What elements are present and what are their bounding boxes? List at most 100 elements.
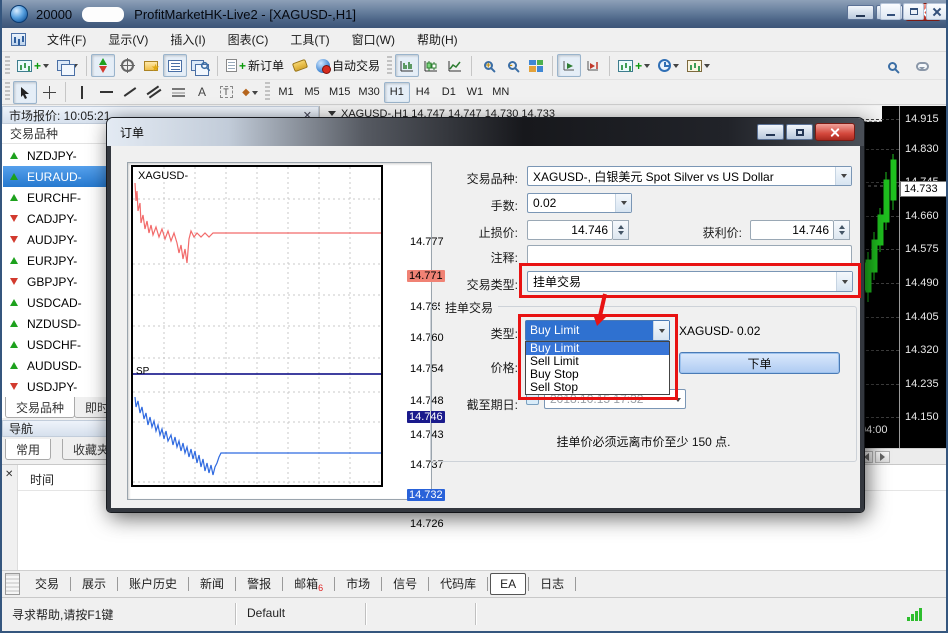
symbol-name: USDJPY- bbox=[27, 380, 77, 394]
indicators-button[interactable]: + bbox=[614, 54, 654, 77]
toolbar-grip[interactable] bbox=[5, 82, 10, 102]
eraser-button[interactable] bbox=[288, 54, 312, 77]
stop-loss-input[interactable]: 14.746 bbox=[527, 220, 613, 240]
tab-symbols[interactable]: 交易品种 bbox=[5, 397, 75, 418]
take-profit-input[interactable]: 14.746 bbox=[750, 220, 834, 240]
close-terminal-icon[interactable]: ✕ bbox=[5, 469, 13, 480]
tab-market[interactable]: 市场 bbox=[337, 574, 379, 594]
tab-experts[interactable]: EA bbox=[490, 573, 526, 595]
mdi-minimize-button[interactable] bbox=[880, 3, 901, 20]
crosshair-tool-button[interactable] bbox=[37, 81, 61, 104]
zoom-in-button[interactable]: + bbox=[476, 54, 500, 77]
toolbar-grip[interactable] bbox=[265, 82, 270, 102]
arrows-button[interactable]: ◆ bbox=[238, 81, 262, 104]
tab-trade[interactable]: 交易 bbox=[26, 574, 68, 594]
auto-trading-button[interactable]: 自动交易 bbox=[312, 54, 384, 77]
timeframe-d1[interactable]: D1 bbox=[436, 82, 462, 103]
symbol-name: AUDJPY- bbox=[27, 233, 77, 247]
text-button[interactable]: A bbox=[190, 81, 214, 104]
text-label-button[interactable]: T bbox=[214, 81, 238, 104]
timeframe-m5[interactable]: M5 bbox=[299, 82, 325, 103]
data-window-button[interactable] bbox=[163, 54, 187, 77]
toolbar-grip[interactable] bbox=[387, 56, 392, 76]
auto-scroll-button[interactable] bbox=[557, 54, 581, 77]
channel-button[interactable] bbox=[142, 81, 166, 104]
new-order-button[interactable]: +新订单 bbox=[222, 54, 288, 77]
strategy-tester-button[interactable] bbox=[187, 54, 213, 77]
tab-common[interactable]: 常用 bbox=[5, 439, 51, 460]
line-chart-button[interactable] bbox=[443, 54, 467, 77]
periods-button[interactable] bbox=[654, 54, 683, 77]
mdi-close-button[interactable] bbox=[926, 3, 947, 20]
vertical-line-button[interactable] bbox=[70, 81, 94, 104]
tab-exposure[interactable]: 展示 bbox=[73, 574, 115, 594]
menu-insert[interactable]: 插入(I) bbox=[159, 30, 216, 50]
tab-divider bbox=[381, 577, 382, 591]
crosshair-button[interactable] bbox=[115, 54, 139, 77]
symbol-name: EURJPY- bbox=[27, 254, 77, 268]
market-watch-toggle-button[interactable] bbox=[91, 54, 115, 77]
down-arrow-icon bbox=[10, 215, 18, 222]
menu-window[interactable]: 窗口(W) bbox=[341, 30, 406, 50]
candlestick-button[interactable] bbox=[419, 54, 443, 77]
dropdown-button[interactable] bbox=[835, 167, 851, 185]
tab-mailbox[interactable]: 邮箱6 bbox=[285, 574, 332, 594]
tab-alerts[interactable]: 警报 bbox=[238, 574, 280, 594]
scroll-right-button[interactable] bbox=[875, 451, 890, 463]
symbol-select[interactable]: XAGUSD-, 白银美元 Spot Silver vs US Dollar bbox=[527, 166, 852, 186]
tab-divider bbox=[428, 577, 429, 591]
mdi-restore-button[interactable] bbox=[903, 3, 924, 20]
toolbar-grip[interactable] bbox=[5, 56, 10, 76]
menu-file[interactable]: 文件(F) bbox=[36, 30, 97, 50]
magnifier-icon bbox=[201, 62, 208, 69]
terminal-tab-icon[interactable] bbox=[5, 573, 20, 595]
dialog-restore-button[interactable] bbox=[786, 124, 813, 140]
tab-account-history[interactable]: 账户历史 bbox=[120, 574, 186, 594]
dialog-title-bar[interactable]: 订单 bbox=[107, 118, 864, 146]
stop-loss-stepper[interactable] bbox=[613, 220, 629, 240]
cursor-button[interactable] bbox=[13, 81, 37, 104]
menu-help[interactable]: 帮助(H) bbox=[406, 30, 469, 50]
timeframe-mn[interactable]: MN bbox=[488, 82, 514, 103]
dialog-close-button[interactable] bbox=[815, 123, 855, 141]
timeframe-m30[interactable]: M30 bbox=[354, 82, 383, 103]
menu-tools[interactable]: 工具(T) bbox=[279, 30, 340, 50]
comment-input[interactable] bbox=[527, 245, 852, 265]
zoom-out-button[interactable]: - bbox=[500, 54, 524, 77]
horizontal-line-button[interactable] bbox=[94, 81, 118, 104]
place-order-button[interactable]: 下单 bbox=[679, 352, 840, 374]
window-minimize-button[interactable] bbox=[847, 5, 874, 20]
volume-select[interactable]: 0.02 bbox=[527, 193, 632, 213]
take-profit-stepper[interactable] bbox=[834, 220, 850, 240]
templates-button[interactable] bbox=[683, 54, 714, 77]
fibonacci-button[interactable] bbox=[166, 81, 190, 104]
bar-chart-button[interactable] bbox=[395, 54, 419, 77]
favorites-button[interactable]: ★ bbox=[139, 54, 163, 77]
search-button[interactable] bbox=[880, 55, 904, 78]
chart-shift-button[interactable] bbox=[581, 54, 605, 77]
tab-news[interactable]: 新闻 bbox=[191, 574, 233, 594]
menu-charts[interactable]: 图表(C) bbox=[217, 30, 280, 50]
status-profile[interactable]: Default bbox=[247, 606, 285, 620]
timeframe-h4[interactable]: H4 bbox=[410, 82, 436, 103]
tab-signals[interactable]: 信号 bbox=[384, 574, 426, 594]
dialog-minimize-button[interactable] bbox=[757, 124, 784, 140]
new-chart-button[interactable]: + bbox=[13, 54, 53, 77]
tile-windows-button[interactable] bbox=[524, 54, 548, 77]
timeframe-h1[interactable]: H1 bbox=[384, 82, 410, 103]
timeframe-w1[interactable]: W1 bbox=[462, 82, 488, 103]
community-chat-button[interactable] bbox=[910, 55, 934, 78]
timeframe-m1[interactable]: M1 bbox=[273, 82, 299, 103]
dropdown-button[interactable] bbox=[615, 194, 631, 212]
tab-divider bbox=[575, 577, 576, 591]
horizontal-line-icon bbox=[100, 91, 113, 93]
symbol-name: AUDUSD- bbox=[27, 359, 82, 373]
timeframe-m15[interactable]: M15 bbox=[325, 82, 354, 103]
menu-view[interactable]: 显示(V) bbox=[97, 30, 159, 50]
tab-divider bbox=[117, 577, 118, 591]
profiles-button[interactable] bbox=[53, 54, 82, 77]
trendline-button[interactable] bbox=[118, 81, 142, 104]
tab-code-base[interactable]: 代码库 bbox=[431, 574, 485, 594]
tab-journal[interactable]: 日志 bbox=[531, 574, 573, 594]
symbol-name: USDCHF- bbox=[27, 338, 81, 352]
